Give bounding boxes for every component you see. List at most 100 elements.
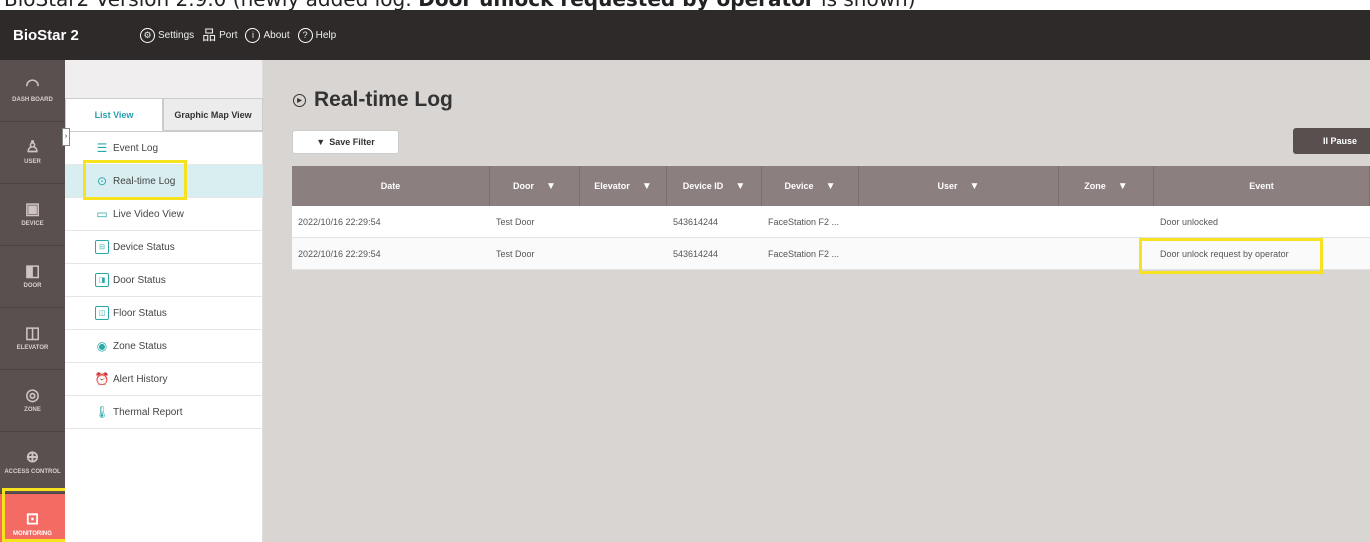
cell-event: Door unlocked — [1160, 216, 1219, 227]
menu-item-door-status[interactable]: ◨ Door Status — [65, 264, 263, 297]
pin-icon: ◎ — [25, 387, 40, 404]
help-icon: ? — [297, 27, 313, 43]
table-row[interactable]: 2022/10/16 22:29:54 Test Door 543614244 … — [292, 206, 1370, 238]
cell-user — [859, 206, 1059, 237]
menu-item-thermal-report[interactable]: 🌡 Thermal Report — [65, 396, 263, 429]
gauge-icon: ◠ — [25, 77, 40, 94]
menu-item-device-status[interactable]: ⊟ Device Status — [65, 231, 263, 264]
video-icon: ▭ — [96, 207, 108, 221]
settings-link[interactable]: ⚙ Settings — [140, 27, 194, 43]
top-nav: ⚙ Settings 品 Port i About ? Help — [140, 25, 336, 45]
caption-bold: Door unlock requested by operator — [418, 0, 814, 10]
filter-icon[interactable]: ▼ — [1118, 181, 1128, 192]
rail-item-door[interactable]: ◧ DOOR — [0, 246, 65, 308]
col-door[interactable]: Door ▼ — [490, 166, 580, 206]
rail-item-dashboard[interactable]: ◠ DASH BOARD — [0, 60, 65, 122]
device-status-icon: ⊟ — [95, 240, 109, 254]
plus-icon: ⊕ — [25, 449, 40, 466]
filter-icon[interactable]: ▼ — [826, 181, 836, 192]
col-user[interactable]: User ▼ — [859, 166, 1059, 206]
elevator-icon: ◫ — [24, 325, 41, 342]
col-label: User — [937, 181, 958, 191]
col-elevator[interactable]: Elevator ▼ — [580, 166, 667, 206]
menu-label: Floor Status — [113, 307, 167, 319]
door-status-icon: ◨ — [95, 273, 109, 287]
menu-item-live-video-view[interactable]: ▭ Live Video View — [65, 198, 263, 231]
brand-logo[interactable]: BioStar 2 — [0, 27, 140, 44]
cell-door: Test Door — [496, 216, 535, 227]
tab-graphic-map-view[interactable]: Graphic Map View — [163, 98, 263, 131]
rail-label: ZONE — [24, 407, 41, 413]
filter-icon[interactable]: ▼ — [735, 181, 745, 192]
tab-list-view[interactable]: List View — [65, 98, 163, 131]
menu-label: Live Video View — [113, 208, 184, 220]
rail-item-user[interactable]: ♙ USER — [0, 122, 65, 184]
menu-item-alert-history[interactable]: ⏰ Alert History — [65, 363, 263, 396]
cell-device: FaceStation F2 ... — [768, 248, 840, 259]
col-event[interactable]: Event — [1154, 166, 1370, 206]
port-link[interactable]: 品 Port — [202, 25, 237, 45]
menu-label: Alert History — [113, 373, 168, 385]
help-link[interactable]: ? Help — [297, 27, 337, 43]
rail-item-zone[interactable]: ◎ ZONE — [0, 370, 65, 432]
rail-label: DEVICE — [21, 221, 44, 227]
menu-item-zone-status[interactable]: ◉ Zone Status — [65, 330, 263, 363]
rail-item-device[interactable]: ▣ DEVICE — [0, 184, 65, 246]
list-icon: ☰ — [96, 141, 108, 155]
highlight-monitoring — [2, 488, 68, 542]
filter-icon[interactable]: ▼ — [546, 181, 556, 192]
network-icon: 品 — [202, 27, 217, 43]
filter-icon[interactable]: ▼ — [970, 181, 980, 192]
table-header: Date Door ▼ Elevator ▼ Device ID ▼ Device ▼ … — [292, 166, 1370, 206]
rail-label: DOOR — [23, 283, 42, 289]
filter-icon[interactable]: ▼ — [642, 181, 652, 192]
play-icon: ▶ — [293, 93, 306, 107]
col-zone[interactable]: Zone ▼ — [1059, 166, 1154, 206]
cell-date: 2022/10/16 22:29:54 — [298, 216, 381, 227]
rail-label: USER — [24, 159, 41, 165]
user-icon: ♙ — [25, 139, 40, 156]
col-label: Door — [513, 181, 535, 191]
col-label: Zone — [1084, 181, 1106, 191]
save-filter-label: Save Filter — [329, 137, 375, 147]
menu-item-floor-status[interactable]: ◫ Floor Status — [65, 297, 263, 330]
floor-icon: ◫ — [95, 306, 109, 320]
menu-label: Zone Status — [113, 340, 167, 352]
filter-icon: ▼ — [316, 137, 326, 147]
door-icon: ◧ — [24, 263, 41, 280]
cell-elevator — [580, 206, 667, 237]
save-filter-button[interactable]: ▼ Save Filter — [292, 130, 399, 154]
pause-button[interactable]: II Pause — [1293, 128, 1370, 154]
col-label: Device ID — [682, 181, 724, 191]
left-rail: ◠ DASH BOARD ♙ USER ▣ DEVICE ◧ DOOR ◫ ELEVATO… — [0, 60, 65, 542]
help-label: Help — [315, 29, 337, 41]
menu-label: Event Log — [113, 142, 159, 154]
menu-label: Thermal Report — [113, 406, 183, 418]
about-link[interactable]: i About — [245, 27, 290, 43]
view-tabs: List View Graphic Map View — [65, 98, 263, 132]
col-device[interactable]: Device ▼ — [762, 166, 859, 206]
port-label: Port — [219, 29, 238, 41]
cell-date: 2022/10/16 22:29:54 — [298, 248, 381, 259]
menu-label: Device Status — [113, 241, 175, 253]
highlight-new-event — [1139, 238, 1323, 274]
col-label: Event — [1249, 181, 1274, 191]
caption-suffix: is shown) — [815, 0, 916, 10]
top-bar: BioStar 2 ⚙ Settings 品 Port i About ? He… — [0, 10, 1370, 60]
rail-item-elevator[interactable]: ◫ ELEVATOR — [0, 308, 65, 370]
cell-device-id: 543614244 — [673, 216, 719, 227]
page-title: ▶ Real-time Log — [293, 88, 453, 112]
about-label: About — [263, 29, 290, 41]
caption: BioStar2 Version 2.9.0 (newly added log:… — [0, 0, 1370, 10]
cell-zone — [1059, 206, 1154, 237]
thermometer-icon: 🌡 — [94, 405, 110, 419]
rail-item-access-control[interactable]: ⊕ ACCESS CONTROL — [0, 432, 65, 494]
col-device-id[interactable]: Device ID ▼ — [667, 166, 762, 206]
info-icon: i — [245, 27, 261, 43]
highlight-real-time-log — [83, 160, 187, 200]
menu-label: Door Status — [113, 274, 166, 286]
col-date[interactable]: Date — [292, 166, 490, 206]
gear-icon: ⚙ — [140, 27, 155, 43]
cell-elevator — [580, 238, 667, 269]
col-label: Date — [380, 181, 401, 191]
